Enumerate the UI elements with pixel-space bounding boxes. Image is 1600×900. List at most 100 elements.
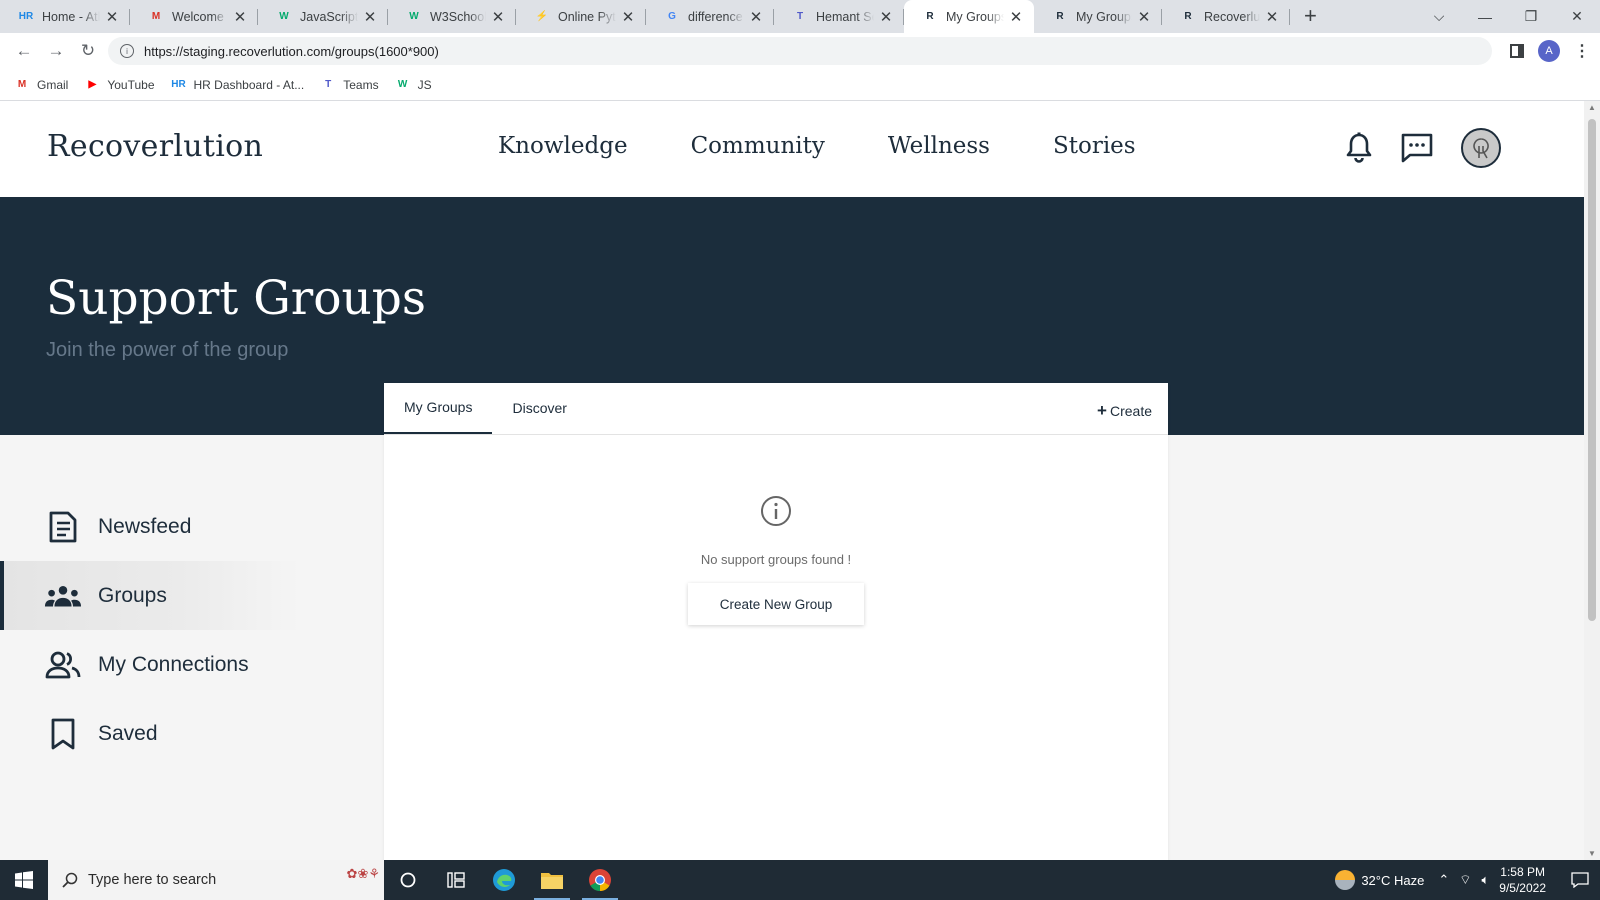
minimize-button[interactable]: — [1462,9,1508,25]
close-tab-icon[interactable]: ✕ [104,8,120,26]
tab-separator [1289,9,1290,25]
side-panel-icon[interactable] [1510,44,1524,58]
browser-tab[interactable]: R My Groups | ✕ [904,0,1034,33]
empty-message: No support groups found ! [700,552,852,567]
scrollbar-thumb[interactable] [1588,119,1596,621]
taskbar-search[interactable]: Type here to search ✿❀⚘ [48,860,384,900]
notification-center-icon[interactable] [1560,872,1600,888]
site-info-icon[interactable]: i [120,44,134,58]
tab-title: Recoverlutio [1204,9,1260,24]
weather-widget[interactable]: 32°C Haze [1335,870,1424,890]
browser-tab[interactable]: HR Home - Athe ✕ [0,0,130,33]
close-tab-icon[interactable]: ✕ [878,8,894,26]
url-text[interactable]: https://staging.recoverlution.com/groups… [144,44,439,59]
bookmark-item[interactable]: W JS [395,78,432,92]
back-button[interactable]: ← [8,41,40,61]
close-tab-icon[interactable]: ✕ [620,8,636,26]
clock-time: 1:58 PM [1500,865,1545,879]
close-window-button[interactable]: ✕ [1554,8,1600,25]
close-tab-icon[interactable]: ✕ [490,8,506,26]
tab-title: Home - Athe [42,9,100,24]
browser-menu-icon[interactable]: ⋮ [1574,41,1590,61]
sidebar-item-saved[interactable]: Saved [0,699,300,768]
bookmark-favicon-icon: M [17,79,27,90]
tab-favicon-icon: W [279,11,289,22]
browser-tab[interactable]: Gdifference b ✕ [646,0,774,33]
tab-favicon-icon: R [1056,11,1064,22]
create-group-link[interactable]: + Create [1097,402,1152,419]
file-explorer-icon[interactable] [528,860,576,900]
tab-list: HR Home - Athe ✕ M Welcome to ✕ W JavaScript Te… [0,0,1290,33]
groups-panel: My Groups Discover + Create No support g… [384,383,1168,860]
nav-knowledge[interactable]: Knowledge [498,133,628,159]
close-tab-icon[interactable]: ✕ [1008,8,1024,26]
clock-date: 9/5/2022 [1499,881,1546,895]
page-scrollbar[interactable]: ▲ ▼ [1584,101,1600,860]
sidebar-item-groups[interactable]: Groups [0,561,300,630]
bookmark-item[interactable]: HR HR Dashboard - At... [171,78,304,92]
close-tab-icon[interactable]: ✕ [1136,8,1152,26]
bell-icon[interactable] [1345,132,1373,164]
tab-title: Online Pytho [558,9,616,24]
browser-tab[interactable]: R My Groups | ✕ [1034,0,1162,33]
tab-title: difference b [688,9,744,24]
groups-icon [44,580,82,612]
user-avatar[interactable] [1461,128,1501,168]
close-tab-icon[interactable]: ✕ [232,8,248,26]
page-viewport: Recoverlution Knowledge Community Wellne… [0,101,1584,860]
nav-wellness[interactable]: Wellness [888,133,990,159]
search-placeholder: Type here to search [88,872,217,888]
volume-icon[interactable]: 🔈︎ [1481,872,1489,888]
network-icon[interactable]: ⌔ [1459,872,1471,888]
bookmark-item[interactable]: T Teams [320,78,378,92]
tab-title: Welcome to [172,9,228,24]
task-view-icon[interactable] [432,860,480,900]
chat-icon[interactable] [1401,133,1433,163]
weather-text: 32°C Haze [1361,872,1425,888]
bookmark-item[interactable]: ▶ YouTube [84,78,154,92]
tab-my-groups[interactable]: My Groups [384,382,493,434]
reload-button[interactable]: ↻ [72,41,104,61]
close-tab-icon[interactable]: ✕ [362,8,378,26]
close-tab-icon[interactable]: ✕ [748,8,764,26]
clock[interactable]: 1:58 PM 9/5/2022 [1499,864,1546,896]
tab-favicon-icon: G [668,11,676,22]
scroll-up-arrow[interactable]: ▲ [1584,103,1600,112]
browser-tab[interactable]: W W3Schools T ✕ [388,0,516,33]
tab-discover[interactable]: Discover [492,382,586,434]
page-subtitle: Join the power of the group [46,339,289,361]
close-tab-icon[interactable]: ✕ [1264,8,1280,26]
main-nav: Knowledge Community Wellness Stories [498,133,1136,159]
browser-tab-strip: HR Home - Athe ✕ M Welcome to ✕ W JavaScript Te… [0,0,1600,33]
scroll-down-arrow[interactable]: ▼ [1584,849,1600,858]
profile-avatar[interactable]: A [1538,40,1560,62]
chrome-icon[interactable] [576,860,624,900]
sidebar-item-label: My Connections [98,652,249,676]
nav-community[interactable]: Community [691,133,825,159]
search-highlight-icon: ✿❀⚘ [346,866,380,881]
url-bar[interactable]: i https://staging.recoverlution.com/grou… [108,37,1492,65]
windows-start-icon[interactable] [0,860,48,900]
sidebar-item-newsfeed[interactable]: Newsfeed [0,492,300,561]
browser-tab[interactable]: ⚡ Online Pytho ✕ [516,0,646,33]
show-hidden-icons-chevron-icon[interactable]: ⌃ [1438,872,1449,888]
new-tab-button[interactable]: + [1290,0,1331,33]
forward-button[interactable]: → [40,41,72,61]
site-logo[interactable]: Recoverlution [47,129,263,164]
tab-title: W3Schools T [430,9,486,24]
bookmark-item[interactable]: M Gmail [14,78,69,92]
sidebar-nav: Newsfeed Groups My Connections Saved [0,492,300,768]
browser-tab[interactable]: R Recoverlutio ✕ [1162,0,1290,33]
sidebar-item-label: Newsfeed [98,514,192,538]
edge-icon[interactable] [480,860,528,900]
browser-tab[interactable]: T Hemant Sen ✕ [774,0,904,33]
tab-search-icon[interactable]: ⌵ [1416,8,1462,25]
tab-favicon-icon: W [409,11,419,22]
browser-tab[interactable]: W JavaScript Te ✕ [258,0,388,33]
browser-tab[interactable]: M Welcome to ✕ [130,0,258,33]
nav-stories[interactable]: Stories [1053,133,1136,159]
create-new-group-button[interactable]: Create New Group [688,583,864,625]
cortana-icon[interactable] [384,860,432,900]
sidebar-item-my-connections[interactable]: My Connections [0,630,300,699]
restore-button[interactable]: ❐ [1508,8,1554,25]
